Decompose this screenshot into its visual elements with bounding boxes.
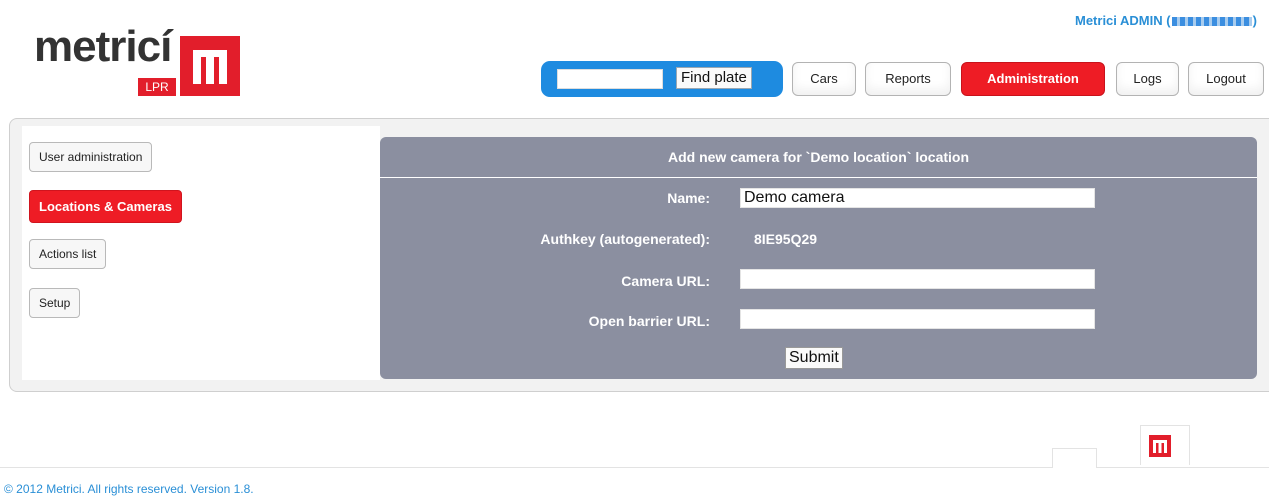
user-suffix: ) [1252,13,1257,28]
camera-url-input[interactable] [740,269,1095,289]
find-plate-button[interactable]: Find plate [676,67,752,89]
brand-name: metricí [34,22,172,71]
user-name: Metrici ADMIN ( [1075,13,1171,28]
authkey-label: Authkey (autogenerated): [540,231,710,247]
nav-cars-button[interactable]: Cars [792,62,856,96]
plate-search-input[interactable] [557,69,663,89]
footer-divider-right [1097,467,1269,468]
submit-button[interactable]: Submit [785,347,843,369]
plate-search-box: Find plate [541,61,783,97]
nav-logs-button[interactable]: Logs [1116,62,1179,96]
sidebar-item-actions-list[interactable]: Actions list [29,239,107,269]
metrici-logo-icon [180,36,240,96]
nav-administration-button[interactable]: Administration [961,62,1105,96]
footer-logo-tab [1140,425,1190,465]
sidebar-item-setup[interactable]: Setup [29,288,81,318]
camera-url-label: Camera URL: [621,273,710,289]
camera-name-input[interactable] [740,188,1095,208]
metrici-logo: metricí LPR [34,24,264,96]
sidebar-item-locations-cameras[interactable]: Locations & Cameras [29,190,182,223]
metrici-footer-logo-icon [1149,435,1171,457]
footer-divider [0,467,1052,468]
add-camera-form: Add new camera for `Demo location` locat… [380,137,1257,379]
sidebar-item-user-administration[interactable]: User administration [29,142,153,172]
form-divider [380,177,1257,178]
nav-reports-button[interactable]: Reports [865,62,951,96]
footer-tab [1052,448,1097,468]
open-barrier-url-input[interactable] [740,309,1095,329]
user-id-redacted [1171,17,1252,27]
form-title: Add new camera for `Demo location` locat… [667,149,970,165]
nav-logout-button[interactable]: Logout [1188,62,1264,96]
open-barrier-url-label: Open barrier URL: [588,313,710,329]
authkey-value: 8IE95Q29 [754,231,818,247]
current-user-link[interactable]: Metrici ADMIN () [1075,13,1257,28]
lpr-badge: LPR [138,78,176,96]
name-label: Name: [667,190,710,206]
